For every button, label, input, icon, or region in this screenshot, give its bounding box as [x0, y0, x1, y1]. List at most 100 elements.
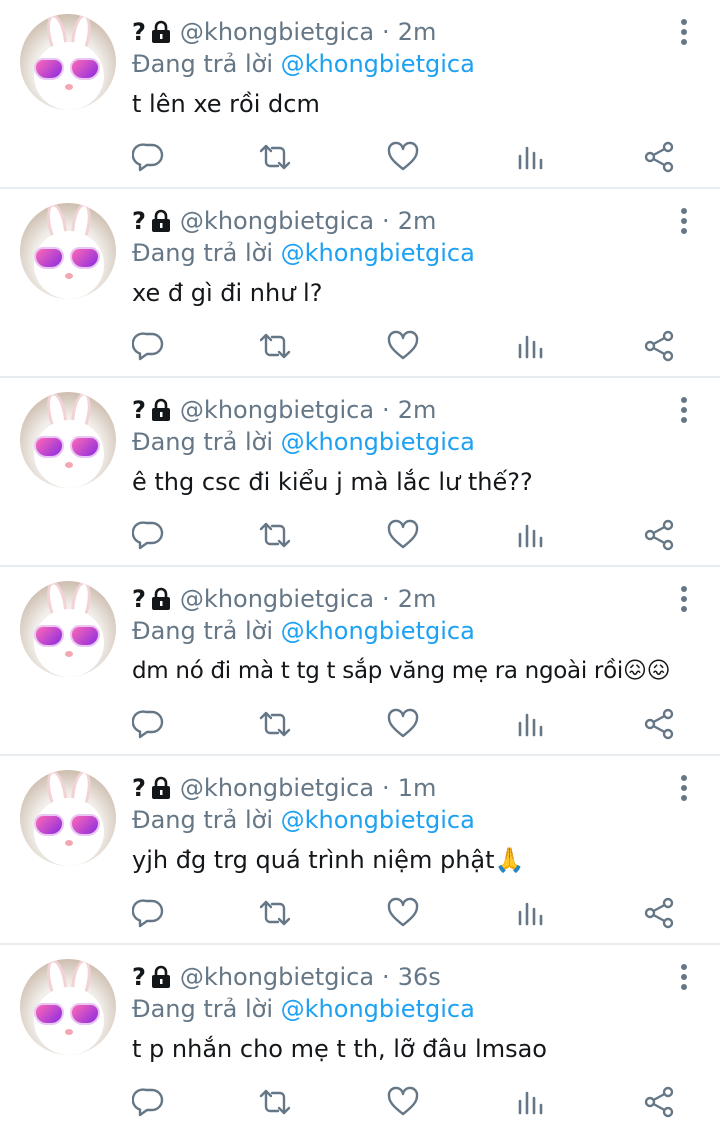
reply-icon[interactable] [131, 707, 166, 741]
author-name[interactable]: ? [132, 207, 146, 235]
retweet-icon[interactable] [258, 707, 292, 741]
like-icon[interactable] [386, 329, 420, 363]
share-icon[interactable] [642, 329, 676, 363]
more-vertical-icon[interactable] [680, 396, 688, 424]
tweet[interactable]: ? @khongbietgica · 1m Đang trả lời @khon… [0, 756, 720, 945]
reply-prefix: Đang trả lời [132, 806, 274, 834]
reply-icon[interactable] [131, 1085, 166, 1119]
analytics-icon[interactable] [514, 707, 548, 741]
author-handle[interactable]: @khongbietgica [180, 963, 374, 991]
share-icon[interactable] [642, 896, 676, 930]
tweet-text: t p nhắn cho mẹ t th, lỡ đâu lmsao [132, 1035, 547, 1063]
retweet-icon[interactable] [258, 518, 292, 552]
action-bar [131, 518, 692, 552]
timestamp[interactable]: 2m [398, 396, 437, 424]
reply-mention[interactable]: @khongbietgica [281, 428, 475, 456]
analytics-icon[interactable] [514, 1085, 548, 1119]
like-icon[interactable] [386, 1085, 420, 1119]
analytics-icon[interactable] [514, 896, 548, 930]
reply-mention[interactable]: @khongbietgica [281, 806, 475, 834]
separator-dot: · [382, 396, 390, 424]
tweet[interactable]: ? @khongbietgica · 2m Đang trả lời @khon… [0, 189, 720, 378]
tweet-text: ê thg csc đi kiểu j mà lắc lư thế?? [132, 468, 533, 496]
reply-mention[interactable]: @khongbietgica [281, 617, 475, 645]
action-bar [131, 329, 692, 363]
reply-context: Đang trả lời @khongbietgica [132, 615, 696, 647]
tweet-feed: ? @khongbietgica · 2m Đang trả lời @khon… [0, 0, 720, 1134]
tweet-text: t lên xe rồi dcm [132, 90, 320, 118]
timestamp[interactable]: 2m [398, 207, 437, 235]
author-handle[interactable]: @khongbietgica [180, 207, 374, 235]
reply-icon[interactable] [131, 518, 166, 552]
lock-icon [150, 20, 172, 44]
author-name[interactable]: ? [132, 396, 146, 424]
reply-prefix: Đang trả lời [132, 995, 274, 1023]
avatar[interactable] [20, 581, 116, 677]
author-handle[interactable]: @khongbietgica [180, 774, 374, 802]
share-icon[interactable] [642, 1085, 676, 1119]
more-vertical-icon[interactable] [680, 963, 688, 991]
retweet-icon[interactable] [258, 140, 292, 174]
author-name[interactable]: ? [132, 963, 146, 991]
share-icon[interactable] [642, 140, 676, 174]
reply-context: Đang trả lời @khongbietgica [132, 237, 696, 269]
avatar[interactable] [20, 392, 116, 488]
avatar[interactable] [20, 203, 116, 299]
more-vertical-icon[interactable] [680, 585, 688, 613]
reply-icon[interactable] [131, 140, 166, 174]
avatar[interactable] [20, 959, 116, 1055]
like-icon[interactable] [386, 140, 420, 174]
avatar[interactable] [20, 770, 116, 866]
author-name[interactable]: ? [132, 585, 146, 613]
avatar[interactable] [20, 14, 116, 110]
author-name[interactable]: ? [132, 774, 146, 802]
tweet[interactable]: ? @khongbietgica · 36s Đang trả lời @kho… [0, 945, 720, 1134]
share-icon[interactable] [642, 518, 676, 552]
retweet-icon[interactable] [258, 1085, 292, 1119]
timestamp[interactable]: 2m [398, 18, 437, 46]
reply-mention[interactable]: @khongbietgica [281, 50, 475, 78]
separator-dot: · [382, 774, 390, 802]
reply-mention[interactable]: @khongbietgica [281, 239, 475, 267]
author-handle[interactable]: @khongbietgica [180, 18, 374, 46]
tweet[interactable]: ? @khongbietgica · 2m Đang trả lời @khon… [0, 0, 720, 189]
lock-icon [150, 587, 172, 611]
analytics-icon[interactable] [514, 329, 548, 363]
like-icon[interactable] [386, 896, 420, 930]
separator-dot: · [382, 18, 390, 46]
analytics-icon[interactable] [514, 518, 548, 552]
tweet-text: xe đ gì đi như l? [132, 279, 323, 307]
reply-mention[interactable]: @khongbietgica [281, 995, 475, 1023]
reply-icon[interactable] [131, 329, 166, 363]
lock-icon [150, 209, 172, 233]
tweet[interactable]: ? @khongbietgica · 2m Đang trả lời @khon… [0, 378, 720, 567]
author-handle[interactable]: @khongbietgica [180, 396, 374, 424]
timestamp[interactable]: 2m [398, 585, 437, 613]
lock-icon [150, 965, 172, 989]
author-name[interactable]: ? [132, 18, 146, 46]
more-vertical-icon[interactable] [680, 18, 688, 46]
timestamp[interactable]: 36s [398, 963, 441, 991]
like-icon[interactable] [386, 518, 420, 552]
author-handle[interactable]: @khongbietgica [180, 585, 374, 613]
more-vertical-icon[interactable] [680, 774, 688, 802]
more-vertical-icon[interactable] [680, 207, 688, 235]
tweet[interactable]: ? @khongbietgica · 2m Đang trả lời @khon… [0, 567, 720, 756]
reply-prefix: Đang trả lời [132, 617, 274, 645]
retweet-icon[interactable] [258, 329, 292, 363]
like-icon[interactable] [386, 707, 420, 741]
separator-dot: · [382, 207, 390, 235]
reply-prefix: Đang trả lời [132, 50, 274, 78]
retweet-icon[interactable] [258, 896, 292, 930]
share-icon[interactable] [642, 707, 676, 741]
reply-icon[interactable] [131, 896, 166, 930]
action-bar [131, 896, 692, 930]
action-bar [131, 140, 692, 174]
action-bar [131, 707, 692, 741]
timestamp[interactable]: 1m [398, 774, 437, 802]
action-bar [131, 1085, 692, 1119]
tweet-text: yjh đg trg quá trình niệm phật🙏 [132, 846, 525, 874]
tweet-text: dm nó đi mà t tg t sắp văng mẹ ra ngoài … [132, 658, 671, 684]
analytics-icon[interactable] [514, 140, 548, 174]
lock-icon [150, 398, 172, 422]
